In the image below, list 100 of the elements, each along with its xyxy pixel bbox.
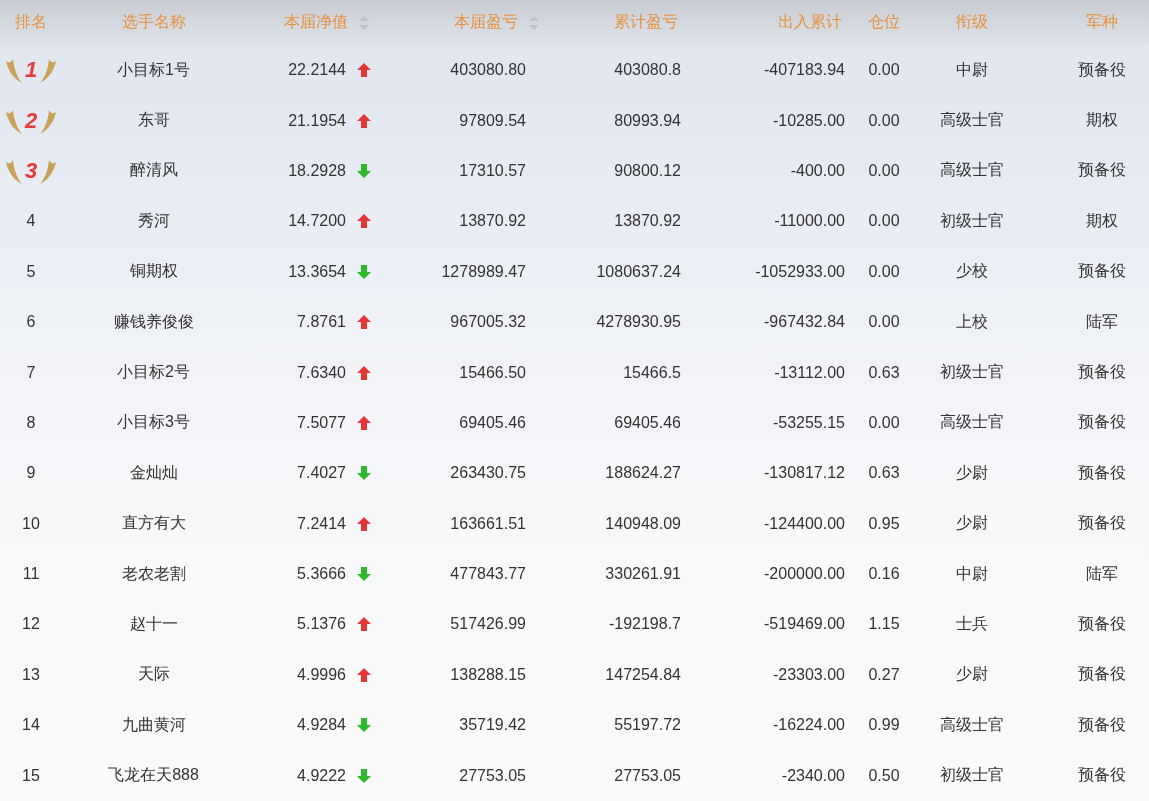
cash-flow: -1052933.00 [755,262,845,281]
position-value: 0.27 [868,665,900,684]
position-value: 0.00 [868,313,900,332]
rank-number: 12 [22,615,40,634]
total-profit: 69405.46 [614,413,681,432]
player-name: 赚钱养俊俊 [113,311,194,332]
branch-label: 预备役 [1077,160,1126,181]
net-value: 7.5077 [297,413,346,432]
net-value: 7.2414 [297,514,346,533]
session-profit: 15466.50 [459,363,526,382]
total-profit: 403080.8 [614,61,681,80]
cash-flow: -10285.00 [772,111,845,130]
net-value: 18.2928 [288,161,346,180]
session-profit: 27753.05 [459,766,526,785]
position-value: 0.63 [868,363,900,382]
column-header: 本届盈亏 [454,12,518,32]
rank-number: 4 [26,212,36,231]
rank-number: 11 [22,565,40,584]
position-value: 0.00 [868,61,900,80]
net-value: 7.4027 [297,464,346,483]
player-name: 小目标1号 [117,59,190,80]
cash-flow: -11000.00 [774,212,845,231]
total-profit: 13870.92 [614,212,681,231]
rank-number: 1 [24,57,38,84]
player-name: 秀河 [137,210,170,231]
branch-label: 预备役 [1077,59,1126,80]
branch-label: 预备役 [1077,614,1126,634]
player-name: 铜期权 [129,261,178,282]
cash-flow: -519469.00 [764,615,845,634]
cash-flow: -407183.94 [764,61,845,80]
player-name: 飞龙在天888 [108,765,199,786]
branch-label: 期权 [1085,210,1118,231]
rank-title: 中尉 [956,59,988,80]
session-profit: 1278989.47 [441,262,526,281]
column-header: 出入累计 [778,12,842,32]
branch-label: 预备役 [1077,714,1126,735]
position-value: 0.50 [868,766,900,785]
position-value: 0.00 [868,262,900,281]
rank-title: 士兵 [956,614,988,634]
column-header: 衔级 [956,12,988,32]
position-value: 0.99 [868,716,900,735]
net-value: 4.9284 [297,716,346,735]
branch-label: 预备役 [1077,362,1126,383]
session-profit: 97809.54 [459,111,526,130]
rank-number: 2 [24,107,38,134]
player-name: 金灿灿 [129,462,178,483]
position-value: 1.15 [868,615,900,634]
session-profit: 263430.75 [450,464,526,483]
rank-title: 初级士官 [940,362,1004,383]
total-profit: 140948.09 [605,514,681,533]
session-profit: 517426.99 [450,615,526,634]
rank-title: 初级士官 [940,210,1004,231]
branch-label: 预备役 [1077,765,1126,786]
total-profit: 1080637.24 [596,262,681,281]
net-value: 21.1954 [288,111,346,130]
position-value: 0.95 [868,514,900,533]
rank-title: 高级士官 [940,412,1004,433]
rank-number: 13 [22,665,40,684]
branch-label: 陆军 [1085,311,1118,332]
net-value: 7.8761 [297,313,346,332]
column-header: 仓位 [868,12,900,32]
column-header: 排名 [15,12,47,32]
net-value: 7.6340 [297,363,346,382]
rank-number: 15 [22,766,40,785]
cash-flow: -967432.84 [764,313,845,332]
branch-label: 预备役 [1077,412,1126,433]
session-profit: 403080.80 [450,61,526,80]
sort-icon[interactable] [528,14,540,31]
cash-flow: -200000.00 [764,565,845,584]
cash-flow: -23303.00 [772,665,845,684]
net-value: 14.7200 [288,212,346,231]
cash-flow: -130817.12 [764,464,845,483]
column-header: 选手名称 [121,12,186,32]
player-name: 九曲黄河 [121,714,186,735]
rank-title: 高级士官 [940,110,1004,131]
rank-number: 7 [26,363,36,382]
rank-number: 5 [26,262,36,281]
net-value: 22.2144 [288,61,346,80]
rank-title: 初级士官 [940,765,1004,786]
total-profit: 4278930.95 [596,313,681,332]
sort-icon[interactable] [358,14,370,31]
total-profit: 90800.12 [614,161,681,180]
cash-flow: -16224.00 [772,716,845,735]
total-profit: 80993.94 [614,111,681,130]
position-value: 0.00 [868,413,900,432]
position-value: 0.00 [868,111,900,130]
session-profit: 477843.77 [450,565,526,584]
rank-title: 少尉 [956,664,988,685]
rank-title: 中尉 [956,563,988,584]
player-name: 小目标2号 [117,362,190,383]
session-profit: 17310.57 [459,161,526,180]
net-value: 5.1376 [297,615,346,634]
player-name: 东哥 [137,110,170,131]
cash-flow: -2340.00 [781,766,845,785]
column-header: 军种 [1085,12,1118,32]
position-value: 0.63 [868,464,900,483]
branch-label: 陆军 [1085,563,1118,584]
session-profit: 967005.32 [450,313,526,332]
player-name: 醉清风 [129,160,178,181]
branch-label: 预备役 [1077,513,1126,534]
